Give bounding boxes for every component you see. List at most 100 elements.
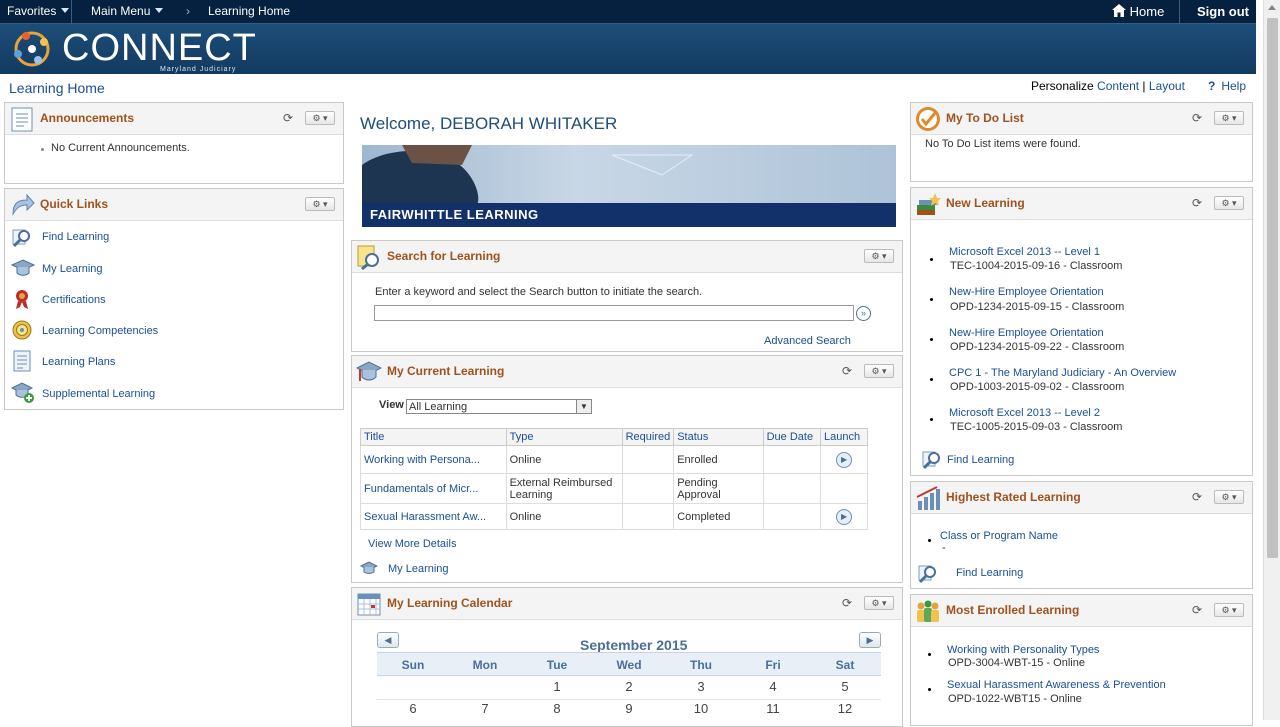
column-header[interactable]: Due Date: [762, 428, 822, 446]
refresh-icon[interactable]: ⟳: [1192, 491, 1205, 504]
calendar-day[interactable]: 6: [377, 701, 449, 716]
page-scrollbar[interactable]: [1263, 0, 1280, 720]
refresh-icon[interactable]: ⟳: [842, 365, 855, 378]
calendar-day[interactable]: 7: [449, 701, 521, 716]
breadcrumb[interactable]: Learning Home: [208, 4, 290, 18]
most-enrolled-item-code: OPD-1022-WBT15 - Online: [948, 693, 1082, 705]
course-status: Completed: [673, 503, 764, 530]
course-title-link[interactable]: Working with Persona...: [360, 445, 507, 474]
calendar-day[interactable]: 1: [521, 679, 593, 694]
scroll-up-icon[interactable]: [1268, 5, 1276, 10]
connect-logo-icon: [14, 31, 50, 67]
breadcrumb-separator: ›: [186, 4, 190, 18]
personalize-layout-link[interactable]: Layout: [1149, 79, 1185, 93]
calendar-day[interactable]: 2: [593, 679, 665, 694]
quick-link-certifications[interactable]: Certifications: [9, 288, 309, 312]
banner-caption: FAIRWHITTLE LEARNING: [370, 207, 539, 222]
view-more-details-link[interactable]: View More Details: [368, 538, 456, 550]
calendar-prev-button[interactable]: ◀: [377, 632, 399, 648]
find-learning-link[interactable]: Find Learning: [956, 567, 1023, 579]
pagelet-options-button[interactable]: ⚙ ▾: [864, 364, 894, 378]
most-enrolled-item-link[interactable]: Sexual Harassment Awareness & Prevention: [947, 679, 1166, 691]
pagelet-options-button[interactable]: ⚙ ▾: [1214, 603, 1244, 617]
calendar-day[interactable]: 11: [737, 701, 809, 716]
refresh-icon[interactable]: ⟳: [1192, 112, 1205, 125]
view-select[interactable]: All Learning ▼: [406, 399, 592, 414]
search-input[interactable]: [374, 305, 854, 321]
pagelet-header: Highest Rated Learning ⟳ ⚙ ▾: [911, 482, 1252, 514]
sign-out-link[interactable]: Sign out: [1197, 4, 1249, 19]
refresh-icon[interactable]: ⟳: [283, 112, 296, 125]
pagelet-options-button[interactable]: ⚙ ▾: [1214, 196, 1244, 210]
refresh-icon[interactable]: ⟳: [842, 597, 855, 610]
launch-icon[interactable]: ▶: [836, 508, 853, 525]
pagelet-options-button[interactable]: ⚙ ▾: [1214, 490, 1244, 504]
column-header[interactable]: Required: [621, 428, 675, 446]
magnifier-icon: [12, 229, 30, 248]
pagelet-header: Most Enrolled Learning ⟳ ⚙ ▾: [911, 595, 1252, 627]
calendar-day[interactable]: 4: [737, 679, 809, 694]
pagelet-options-button[interactable]: ⚙ ▾: [1214, 111, 1244, 125]
home-link[interactable]: Home: [1112, 4, 1164, 19]
column-header[interactable]: Status: [673, 428, 764, 446]
new-learning-item-code: OPD-1003-2015-09-02 - Classroom: [950, 381, 1125, 393]
announcement-list-icon: [11, 107, 33, 132]
launch-icon[interactable]: ▶: [836, 451, 853, 468]
quick-link-supplemental-learning[interactable]: Supplemental Learning: [9, 381, 309, 405]
pagelet-options-button[interactable]: ⚙ ▾: [305, 111, 335, 125]
quick-link-learning-competencies[interactable]: Learning Competencies: [9, 319, 309, 343]
calendar-day[interactable]: 12: [809, 701, 881, 716]
new-learning-item-link[interactable]: Microsoft Excel 2013 -- Level 1: [949, 246, 1100, 258]
course-title-link[interactable]: Sexual Harassment Aw...: [360, 503, 507, 530]
help-link[interactable]: ? Help: [1208, 79, 1246, 93]
refresh-icon[interactable]: ⟳: [1192, 604, 1205, 617]
new-learning-item-code: TEC-1004-2015-09-16 - Classroom: [950, 260, 1123, 272]
new-learning-item-link[interactable]: Microsoft Excel 2013 -- Level 2: [949, 407, 1100, 419]
calendar-week: 1 2 3 4 5: [377, 679, 881, 699]
checkmark-icon: [916, 107, 940, 131]
scrollbar-thumb[interactable]: [1267, 18, 1278, 558]
refresh-icon[interactable]: ⟳: [1192, 197, 1205, 210]
course-due-date: [762, 473, 822, 504]
calendar-day[interactable]: 8: [521, 701, 593, 716]
quick-link-my-learning[interactable]: My Learning: [9, 257, 309, 281]
quick-link-find-learning[interactable]: Find Learning: [9, 226, 309, 250]
list-bullet: [930, 298, 933, 301]
todo-empty-message: No To Do List items were found.: [925, 138, 1081, 150]
new-learning-pagelet: New Learning ⟳ ⚙ ▾ Microsoft Excel 2013 …: [910, 187, 1253, 476]
mortarboard-icon: [356, 361, 382, 381]
search-instruction: Enter a keyword and select the Search bu…: [375, 286, 703, 298]
calendar-day[interactable]: 10: [665, 701, 737, 716]
calendar-day[interactable]: 3: [665, 679, 737, 694]
calendar-day[interactable]: 5: [809, 679, 881, 694]
favorites-menu[interactable]: Favorites: [7, 4, 70, 18]
new-learning-item-code: OPD-1234-2015-09-22 - Classroom: [950, 341, 1125, 353]
column-header[interactable]: Type: [505, 428, 623, 446]
top-nav-bar: Favorites Main Menu › Learning Home Home…: [0, 0, 1256, 24]
calendar-day[interactable]: 9: [593, 701, 665, 716]
personalize-content-link[interactable]: Content: [1097, 79, 1139, 93]
column-header[interactable]: Title: [360, 428, 507, 446]
pagelet-options-button[interactable]: ⚙ ▾: [305, 197, 335, 211]
list-bullet: [930, 338, 933, 341]
my-learning-link[interactable]: My Learning: [388, 563, 449, 575]
weekday-label: Thu: [690, 658, 712, 672]
find-learning-link[interactable]: Find Learning: [947, 454, 1014, 466]
main-menu[interactable]: Main Menu: [91, 4, 164, 18]
calendar-next-button[interactable]: ▶: [859, 632, 881, 648]
new-learning-item-link[interactable]: New-Hire Employee Orientation: [949, 286, 1104, 298]
course-title-link[interactable]: Fundamentals of Micr...: [360, 473, 507, 504]
pagelet-options-button[interactable]: ⚙ ▾: [864, 596, 894, 610]
pagelet-options-button[interactable]: ⚙ ▾: [864, 249, 894, 263]
current-learning-table: Title Type Required Status Due Date Laun…: [360, 428, 868, 530]
new-learning-item-link[interactable]: CPC 1 - The Maryland Judiciary - An Over…: [949, 367, 1176, 379]
quick-link-learning-plans[interactable]: Learning Plans: [9, 350, 309, 374]
highest-rated-item-link[interactable]: Class or Program Name: [940, 530, 1058, 542]
search-learning-title: Search for Learning: [387, 249, 501, 263]
pagelet-header: Search for Learning ⚙ ▾: [352, 241, 902, 273]
course-status: Pending Approval: [673, 473, 764, 504]
most-enrolled-item-link[interactable]: Working with Personality Types: [947, 644, 1099, 656]
new-learning-item-link[interactable]: New-Hire Employee Orientation: [949, 327, 1104, 339]
search-go-button[interactable]: »: [856, 306, 871, 321]
advanced-search-link[interactable]: Advanced Search: [764, 335, 851, 347]
